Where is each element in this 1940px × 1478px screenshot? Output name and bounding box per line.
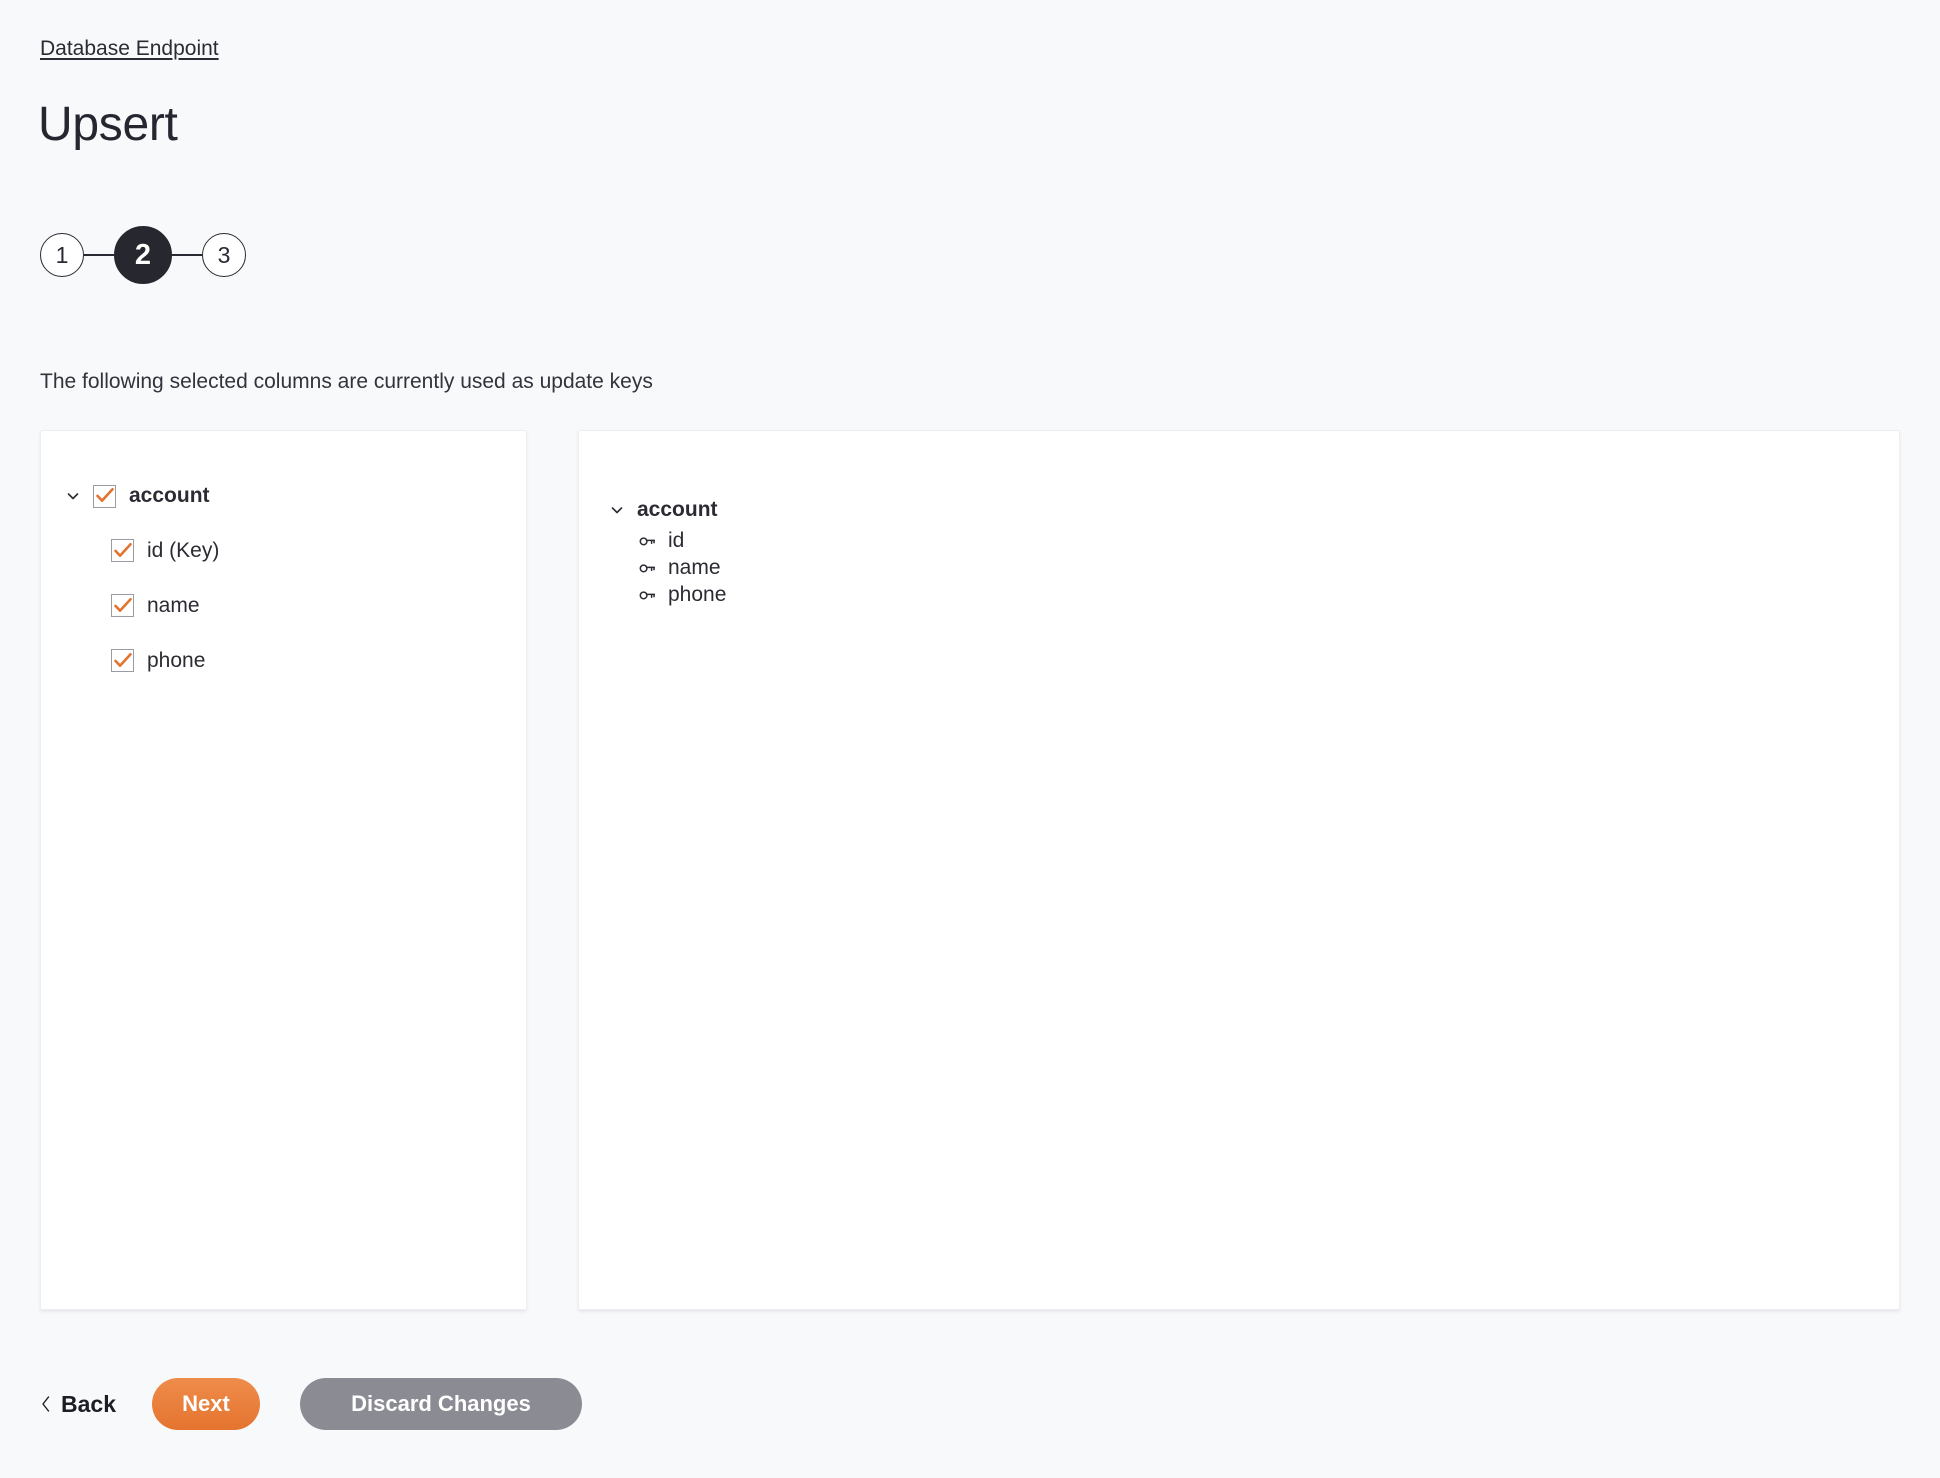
description-text: The following selected columns are curre… xyxy=(40,370,653,393)
tree-label-phone: phone xyxy=(147,648,206,672)
columns-tree: account id (Key) name phone xyxy=(41,431,526,688)
checkbox-phone[interactable] xyxy=(111,649,134,672)
step-connector-1-2 xyxy=(84,254,114,256)
step-indicator-3[interactable]: 3 xyxy=(202,233,246,277)
tree-label-name: name xyxy=(147,593,200,617)
step-indicator-1[interactable]: 1 xyxy=(40,233,84,277)
checkbox-name[interactable] xyxy=(111,594,134,617)
back-button[interactable]: Back xyxy=(40,1391,116,1418)
chevron-down-icon[interactable] xyxy=(63,486,83,506)
page-title: Upsert xyxy=(38,98,178,151)
columns-selection-panel: account id (Key) name phone xyxy=(40,430,527,1310)
tree-row-id[interactable]: id (Key) xyxy=(41,523,526,578)
tree-row-account[interactable]: account xyxy=(41,469,526,523)
tree-row-name[interactable]: name xyxy=(41,578,526,633)
preview-label-name: name xyxy=(668,555,721,579)
preview-label-id: id xyxy=(668,528,685,552)
wizard-footer: Back Next Discard Changes xyxy=(40,1378,582,1430)
key-icon xyxy=(637,585,657,605)
discard-changes-button[interactable]: Discard Changes xyxy=(299,1378,582,1430)
preview-row-account[interactable]: account xyxy=(607,493,1899,527)
update-keys-tree: account id name phone xyxy=(579,431,1899,608)
step-indicator-2[interactable]: 2 xyxy=(114,226,172,284)
chevron-left-icon xyxy=(40,1395,52,1413)
tree-row-phone[interactable]: phone xyxy=(41,633,526,688)
key-icon xyxy=(637,531,657,551)
wizard-stepper: 1 2 3 xyxy=(40,226,246,284)
preview-label-account: account xyxy=(637,498,718,521)
chevron-down-icon[interactable] xyxy=(607,500,627,520)
preview-label-phone: phone xyxy=(668,582,727,606)
checkbox-id[interactable] xyxy=(111,539,134,562)
breadcrumb-database-endpoint[interactable]: Database Endpoint xyxy=(40,36,219,62)
back-button-label: Back xyxy=(61,1390,116,1417)
preview-row-name: name xyxy=(607,554,1899,581)
upsert-wizard-page: Database Endpoint Upsert 1 2 3 The follo… xyxy=(0,0,1940,1478)
update-keys-preview-panel: account id name phone xyxy=(578,430,1900,1310)
checkbox-account[interactable] xyxy=(93,484,116,508)
preview-row-phone: phone xyxy=(607,581,1899,608)
preview-row-id: id xyxy=(607,527,1899,554)
next-button[interactable]: Next xyxy=(151,1378,260,1430)
panels-container: account id (Key) name phone account id n… xyxy=(40,430,1900,1310)
key-icon xyxy=(637,558,657,578)
step-connector-2-3 xyxy=(172,254,202,256)
tree-label-id: id (Key) xyxy=(147,538,220,562)
tree-label-account: account xyxy=(129,484,210,507)
